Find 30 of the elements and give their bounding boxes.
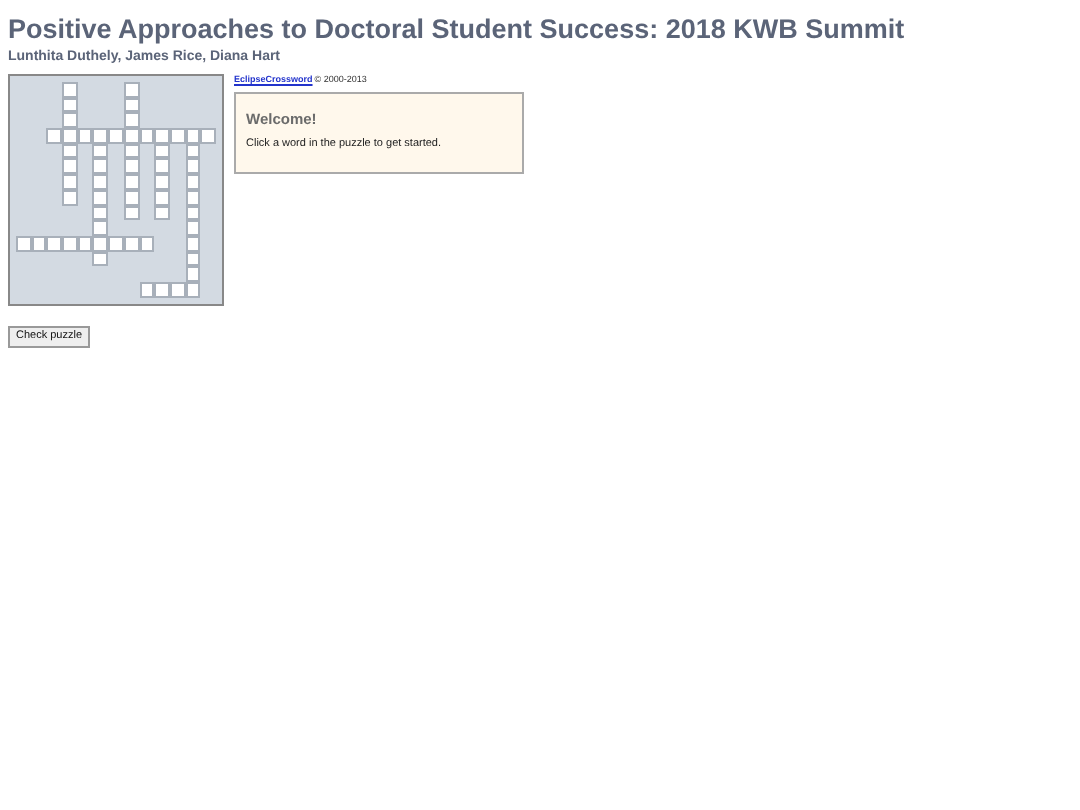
letter-cell[interactable]: [46, 235, 63, 252]
letter-cell[interactable]: [108, 128, 124, 144]
letter-cell[interactable]: [92, 128, 109, 144]
letter-cell[interactable]: [154, 174, 170, 190]
letter-cell[interactable]: [123, 82, 139, 98]
letter-cell[interactable]: [200, 128, 216, 144]
letter-cell[interactable]: [92, 158, 109, 175]
letter-cell[interactable]: [108, 235, 124, 252]
letter-cell[interactable]: [62, 128, 78, 144]
letter-cell[interactable]: [46, 128, 63, 144]
letter-cell[interactable]: [62, 112, 78, 129]
letter-cell[interactable]: [185, 220, 201, 236]
letter-cell[interactable]: [154, 158, 170, 175]
letter-cell[interactable]: [62, 235, 78, 252]
letter-cell[interactable]: [123, 158, 139, 175]
letter-cell[interactable]: [154, 128, 170, 144]
letter-cell[interactable]: [16, 235, 32, 252]
letter-cell[interactable]: [139, 281, 155, 298]
letter-cell[interactable]: [62, 82, 78, 98]
letter-cell[interactable]: [185, 266, 201, 282]
letter-cell[interactable]: [185, 174, 201, 190]
letter-cell[interactable]: [154, 281, 170, 298]
letter-cell[interactable]: [92, 174, 109, 190]
letter-cell[interactable]: [92, 220, 109, 236]
letter-cell[interactable]: [62, 174, 78, 190]
letter-cell[interactable]: [123, 112, 139, 129]
page-title: Positive Approaches to Doctoral Student Success: 2018 KWB Summit: [8, 14, 907, 46]
letter-cell[interactable]: [185, 158, 201, 175]
letter-cell[interactable]: [123, 174, 139, 190]
letter-cell[interactable]: [62, 158, 78, 175]
